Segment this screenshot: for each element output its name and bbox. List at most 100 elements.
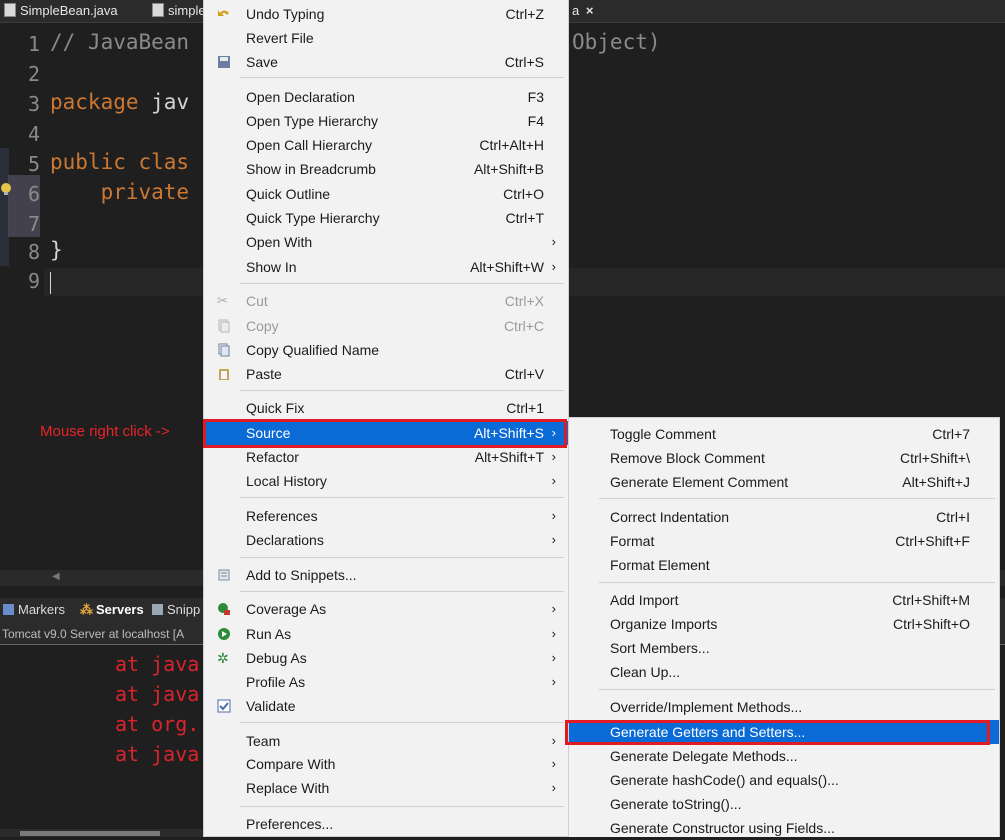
menu-separator	[240, 722, 564, 723]
submenu-arrow-icon: ›	[551, 733, 556, 748]
menu-item-refactor[interactable]: Refactor Alt+Shift+T ›	[204, 445, 568, 469]
tab-snippets[interactable]: Snipp	[152, 602, 200, 617]
menu-item-generate-delegate-methods[interactable]: Generate Delegate Methods...	[569, 744, 999, 768]
menu-item-save[interactable]: Save Ctrl+S	[204, 50, 568, 74]
menu-item-remove-block-comment[interactable]: Remove Block Comment Ctrl+Shift+\	[569, 446, 999, 470]
menu-item-source[interactable]: Source Alt+Shift+S ›	[204, 421, 568, 445]
tab-label: Markers	[18, 602, 65, 617]
tab-label: a	[572, 3, 580, 18]
menu-item-quick-type-hierarchy[interactable]: Quick Type Hierarchy Ctrl+T	[204, 206, 568, 230]
submenu-arrow-icon: ›	[551, 425, 556, 440]
console-line: at java	[115, 652, 200, 676]
checkbox-checked-icon	[217, 699, 231, 713]
menu-item-copy[interactable]: Copy Ctrl+C	[204, 314, 568, 338]
tab-simplebean-java[interactable]: SimpleBean.java	[4, 0, 118, 22]
menu-item-compare-with[interactable]: Compare With ›	[204, 752, 568, 776]
menu-item-copy-qualified-name[interactable]: Copy Qualified Name	[204, 338, 568, 362]
menu-item-debug-as[interactable]: ✲ Debug As ›	[204, 646, 568, 670]
menu-item-coverage-as[interactable]: Coverage As ›	[204, 597, 568, 621]
menu-item-preferences[interactable]: Preferences...	[204, 812, 568, 836]
menu-item-correct-indentation[interactable]: Correct Indentation Ctrl+I	[569, 505, 999, 529]
menu-item-open-type-hierarchy[interactable]: Open Type Hierarchy F4	[204, 109, 568, 133]
menu-item-profile-as[interactable]: Profile As ›	[204, 670, 568, 694]
snippets-icon	[152, 604, 163, 615]
menu-item-sort-members[interactable]: Sort Members...	[569, 636, 999, 660]
java-file-icon	[152, 3, 164, 17]
menu-item-format[interactable]: Format Ctrl+Shift+F	[569, 529, 999, 553]
menu-item-paste[interactable]: Paste Ctrl+V	[204, 362, 568, 386]
menu-item-add-to-snippets[interactable]: Add to Snippets...	[204, 563, 568, 587]
submenu-arrow-icon: ›	[551, 259, 556, 274]
console-scroll-thumb[interactable]	[20, 831, 160, 836]
tab-simple[interactable]: simple	[152, 0, 206, 22]
keyword: package	[50, 90, 139, 114]
menu-separator	[240, 497, 564, 498]
menu-item-open-with[interactable]: Open With ›	[204, 230, 568, 254]
menu-item-open-declaration[interactable]: Open Declaration F3	[204, 85, 568, 109]
menu-item-format-element[interactable]: Format Element	[569, 553, 999, 577]
menu-item-undo-typing[interactable]: Undo Typing Ctrl+Z	[204, 2, 568, 26]
menu-item-quick-outline[interactable]: Quick Outline Ctrl+O	[204, 182, 568, 206]
line-number: 3	[27, 92, 40, 116]
line-number: 6	[27, 182, 40, 206]
menu-item-revert-file[interactable]: Revert File	[204, 26, 568, 50]
close-tab-icon[interactable]: ×	[586, 3, 594, 18]
code-text: jav	[138, 90, 190, 114]
tab-label: SimpleBean.java	[20, 3, 118, 18]
menu-item-generate-getters-setters[interactable]: Generate Getters and Setters...	[569, 720, 999, 744]
menu-separator	[240, 390, 564, 391]
copy-icon	[218, 319, 230, 333]
submenu-arrow-icon: ›	[551, 449, 556, 464]
menu-separator	[240, 591, 564, 592]
menu-item-generate-element-comment[interactable]: Generate Element Comment Alt+Shift+J	[569, 470, 999, 494]
menu-item-replace-with[interactable]: Replace With ›	[204, 776, 568, 800]
menu-item-add-import[interactable]: Add Import Ctrl+Shift+M	[569, 588, 999, 612]
line-number: 1	[27, 32, 40, 56]
annotation-text: Mouse right click ->	[40, 423, 170, 440]
scroll-left-icon[interactable]: ◀	[52, 571, 60, 582]
submenu-arrow-icon: ›	[551, 626, 556, 641]
menu-item-show-in-breadcrumb[interactable]: Show in Breadcrumb Alt+Shift+B	[204, 157, 568, 181]
console-line: at org.	[115, 712, 200, 736]
menu-item-override-implement-methods[interactable]: Override/Implement Methods...	[569, 695, 999, 719]
menu-item-generate-tostring[interactable]: Generate toString()...	[569, 792, 999, 816]
submenu-arrow-icon: ›	[551, 532, 556, 547]
menu-item-clean-up[interactable]: Clean Up...	[569, 660, 999, 684]
debug-bug-icon: ✲	[217, 650, 229, 666]
menu-item-cut[interactable]: ✂ Cut Ctrl+X	[204, 289, 568, 313]
submenu-arrow-icon: ›	[551, 780, 556, 795]
code-line-6: private	[50, 180, 190, 204]
tab-markers[interactable]: Markers	[3, 602, 65, 617]
run-icon	[218, 628, 230, 640]
line-number: 8	[27, 240, 40, 264]
line-number: 7	[27, 212, 40, 236]
menu-separator	[240, 806, 564, 807]
menu-item-toggle-comment[interactable]: Toggle Comment Ctrl+7	[569, 422, 999, 446]
snippet-icon	[218, 569, 230, 581]
servers-icon: ⁂	[80, 602, 93, 617]
menu-item-team[interactable]: Team ›	[204, 729, 568, 753]
menu-item-local-history[interactable]: Local History ›	[204, 469, 568, 493]
menu-item-show-in[interactable]: Show In Alt+Shift+W ›	[204, 255, 568, 279]
menu-separator	[599, 498, 995, 499]
menu-item-validate[interactable]: Validate	[204, 694, 568, 718]
coverage-icon	[218, 603, 230, 615]
code-line-1: // JavaBean	[50, 30, 190, 54]
menu-item-organize-imports[interactable]: Organize Imports Ctrl+Shift+O	[569, 612, 999, 636]
menu-item-references[interactable]: References ›	[204, 504, 568, 528]
tab-label: Servers	[96, 602, 144, 617]
text-caret	[50, 272, 51, 294]
menu-item-open-call-hierarchy[interactable]: Open Call Hierarchy Ctrl+Alt+H	[204, 133, 568, 157]
code-line-5: public clas	[50, 150, 190, 174]
submenu-arrow-icon: ›	[551, 473, 556, 488]
tab-servers[interactable]: ⁂ Servers	[80, 602, 144, 618]
tab-active[interactable]: a ×	[572, 0, 593, 22]
copy-qualified-name-icon	[218, 343, 230, 357]
menu-item-declarations[interactable]: Declarations ›	[204, 528, 568, 552]
markers-icon	[3, 604, 14, 615]
submenu-arrow-icon: ›	[551, 234, 556, 249]
menu-item-generate-hashcode-equals[interactable]: Generate hashCode() and equals()...	[569, 768, 999, 792]
menu-item-generate-constructor-fields[interactable]: Generate Constructor using Fields...	[569, 816, 999, 840]
menu-item-quick-fix[interactable]: Quick Fix Ctrl+1	[204, 396, 568, 420]
menu-item-run-as[interactable]: Run As ›	[204, 622, 568, 646]
